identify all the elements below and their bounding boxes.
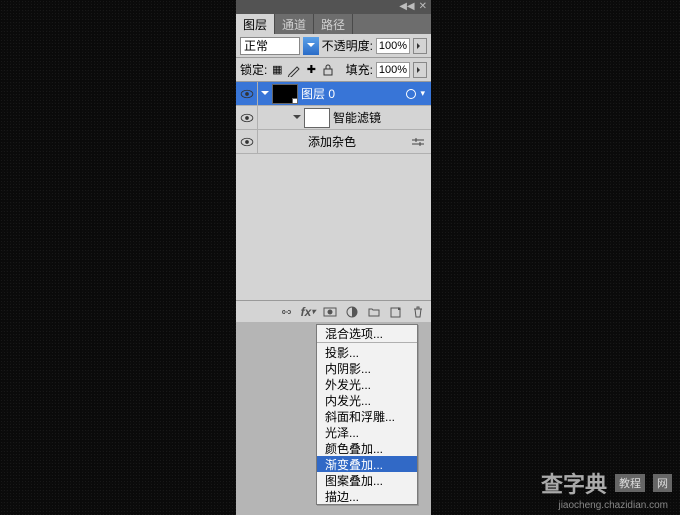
filter-mask-thumbnail[interactable] (304, 108, 330, 128)
menu-gradient-overlay[interactable]: 渐变叠加... (317, 456, 417, 472)
menu-blend-options[interactable]: 混合选项... (317, 325, 417, 341)
menu-color-overlay[interactable]: 颜色叠加... (317, 440, 417, 456)
layer-indicators: ▾ (406, 88, 425, 99)
panel-header: ◀◀ ✕ (236, 0, 431, 14)
collapse-icon[interactable]: ◀◀ (399, 2, 414, 12)
lock-label: 锁定: (240, 61, 267, 78)
layer-thumbnail[interactable] (272, 84, 298, 104)
expand-icon[interactable] (290, 112, 304, 123)
lock-all-icon[interactable] (321, 63, 335, 77)
group-icon[interactable] (367, 305, 381, 319)
menu-drop-shadow[interactable]: 投影... (317, 344, 417, 360)
new-layer-icon[interactable] (389, 305, 403, 319)
blend-row: 正常 不透明度: 100% (236, 34, 431, 58)
trash-icon[interactable] (411, 305, 425, 319)
smart-object-icon (406, 89, 416, 99)
mask-icon[interactable] (323, 305, 337, 319)
tab-channels[interactable]: 通道 (275, 14, 314, 34)
menu-outer-glow[interactable]: 外发光... (317, 376, 417, 392)
tab-layers[interactable]: 图层 (236, 14, 275, 34)
menu-stroke[interactable]: 描边... (317, 488, 417, 504)
lock-transparency-icon[interactable]: ▦ (270, 63, 284, 77)
tab-paths[interactable]: 路径 (314, 14, 353, 34)
layer-list: 图层 0 ▾ 智能滤镜 添加杂色 (236, 82, 431, 300)
opacity-label: 不透明度: (322, 37, 373, 54)
fx-context-menu: 混合选项... 投影... 内阴影... 外发光... 内发光... 斜面和浮雕… (316, 324, 418, 505)
menu-bevel[interactable]: 斜面和浮雕... (317, 408, 417, 424)
filter-name: 添加杂色 (308, 133, 356, 150)
lock-position-icon[interactable]: ✚ (304, 63, 318, 77)
menu-pattern-overlay[interactable]: 图案叠加... (317, 472, 417, 488)
fill-flyout-icon[interactable] (413, 62, 427, 78)
link-icon[interactable] (279, 305, 293, 319)
lock-row: 锁定: ▦ ✚ 填充: 100% (236, 58, 431, 82)
menu-satin[interactable]: 光泽... (317, 424, 417, 440)
layer-row-add-noise[interactable]: 添加杂色 (236, 130, 431, 154)
panel-footer: fx▾ (236, 300, 431, 322)
menu-inner-shadow[interactable]: 内阴影... (317, 360, 417, 376)
panel-tabs: 图层 通道 路径 (236, 14, 431, 34)
layer-row-smart-filters[interactable]: 智能滤镜 (236, 106, 431, 130)
lock-pixels-icon[interactable] (287, 63, 301, 77)
visibility-toggle[interactable] (236, 82, 258, 105)
layer-row-layer0[interactable]: 图层 0 ▾ (236, 82, 431, 106)
lock-icons-group: ▦ ✚ (270, 63, 335, 77)
watermark-tag2: 网 (653, 474, 672, 492)
smart-filters-label: 智能滤镜 (333, 109, 381, 126)
expand-icon[interactable] (258, 88, 272, 99)
blend-mode-select[interactable]: 正常 (240, 37, 300, 55)
opacity-input[interactable]: 100% (376, 38, 410, 54)
menu-inner-glow[interactable]: 内发光... (317, 392, 417, 408)
fill-label: 填充: (346, 61, 373, 78)
fill-input[interactable]: 100% (376, 62, 410, 78)
adjustment-icon[interactable] (345, 305, 359, 319)
chevron-icon: ▾ (420, 88, 425, 99)
blend-mode-value: 正常 (244, 37, 268, 54)
fx-icon[interactable]: fx▾ (301, 305, 315, 319)
visibility-toggle[interactable] (236, 130, 258, 153)
layer-name: 图层 0 (301, 85, 335, 102)
opacity-flyout-icon[interactable] (413, 38, 427, 54)
watermark-brand: 查字典 (541, 467, 607, 499)
blend-mode-dropdown-icon[interactable] (303, 37, 319, 55)
watermark-url: jiaocheng.chazidian.com (558, 500, 668, 511)
watermark-tag1: 教程 (615, 474, 645, 492)
visibility-toggle[interactable] (236, 106, 258, 129)
close-icon[interactable]: ✕ (419, 2, 427, 12)
filter-options-icon[interactable] (411, 137, 425, 147)
watermark: 查字典 教程 网 (541, 467, 672, 499)
